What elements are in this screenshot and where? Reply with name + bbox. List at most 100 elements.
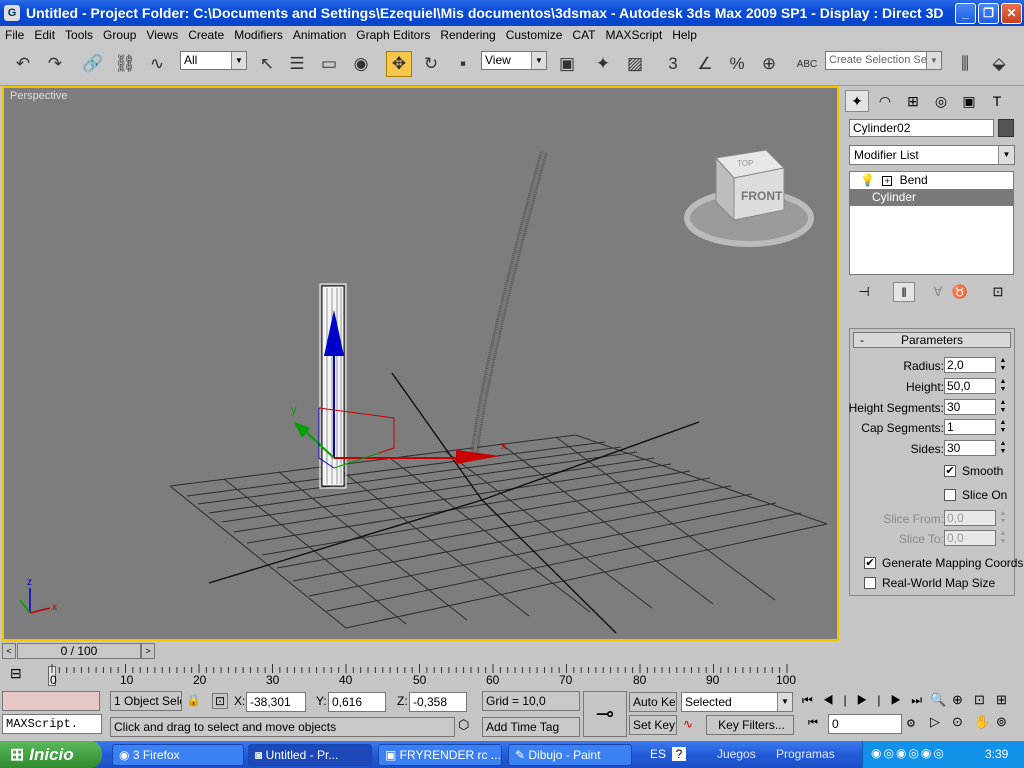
help-icon[interactable]: ? — [672, 747, 686, 761]
key-tangent-icon[interactable]: ∿ — [683, 717, 701, 735]
maximize-viewport-icon[interactable]: ⊚ — [996, 714, 1018, 736]
add-time-tag[interactable]: Add Time Tag — [482, 717, 580, 737]
gizmo-y-arrow[interactable] — [294, 422, 310, 438]
stack-item-cylinder[interactable]: Cylinder — [850, 189, 1013, 206]
taskbar-item-fryrender[interactable]: ▣ FRYRENDER rc ... — [378, 744, 502, 766]
prev-frame-icon[interactable]: ◀| — [823, 693, 857, 707]
sides-input[interactable]: 30 — [944, 440, 996, 456]
object-name-input[interactable]: Cylinder02 — [849, 119, 994, 137]
zoom-icon[interactable]: 🔍 — [930, 692, 952, 714]
orbit-icon[interactable]: ⊙ — [952, 714, 974, 736]
bind-to-space-warp-icon[interactable]: ∿ — [144, 51, 170, 77]
time-next-button[interactable]: > — [141, 643, 155, 659]
bent-cylinder[interactable] — [470, 150, 548, 459]
time-tag-icon[interactable]: ⬡ — [458, 717, 478, 737]
time-config-icon[interactable]: ⚙ — [906, 717, 916, 730]
height-segments-input[interactable]: 30 — [944, 399, 996, 415]
hierarchy-tab-icon[interactable]: ⊞ — [901, 90, 925, 112]
remove-modifier-icon[interactable]: ♉ — [949, 282, 971, 302]
motion-tab-icon[interactable]: ◎ — [929, 90, 953, 112]
minimize-button[interactable]: _ — [955, 2, 976, 24]
y-coordinate-input[interactable]: 0,616 — [328, 692, 386, 712]
key-filters-button[interactable]: Key Filters... — [706, 715, 794, 735]
real-world-map-checkbox[interactable] — [864, 577, 876, 589]
play-icon[interactable]: ▶ — [857, 693, 878, 707]
time-slider[interactable]: 0 / 100 — [17, 643, 141, 659]
current-frame-input[interactable]: 0 — [828, 714, 902, 734]
menu-graph-editors[interactable]: Graph Editors — [351, 28, 435, 42]
goto-end-icon[interactable]: ⏭ — [911, 693, 932, 707]
toolbar-programas[interactable]: Programas — [776, 747, 835, 761]
make-unique-icon[interactable]: ∀ — [927, 282, 949, 302]
lock-selection-icon[interactable]: 🔒 — [186, 693, 201, 707]
display-tab-icon[interactable]: ▣ — [957, 90, 981, 112]
maxscript-input[interactable]: MAXScript. — [2, 714, 102, 734]
next-frame-icon[interactable]: |▶ — [877, 693, 911, 707]
taskbar-item-paint[interactable]: ✎ Dibujo - Paint — [508, 744, 632, 766]
track-bar[interactable]: ⊟ 0 10 20 30 40 50 60 70 80 90 100 — [0, 661, 842, 689]
unlink-selection-icon[interactable]: ⛓ — [112, 51, 138, 77]
zoom-all-icon[interactable]: ⊕ — [952, 692, 974, 714]
language-indicator[interactable]: ES — [650, 747, 666, 761]
menu-rendering[interactable]: Rendering — [435, 28, 500, 42]
menu-customize[interactable]: Customize — [501, 28, 568, 42]
close-button[interactable]: ✕ — [1001, 2, 1022, 24]
key-mode-dropdown[interactable]: Selected ▼ — [681, 692, 793, 712]
clock[interactable]: 3:39 — [985, 747, 1008, 761]
reference-coordinate-dropdown[interactable]: View ▼ — [481, 51, 547, 70]
tray-icons[interactable]: ◉◎◉◎◉◎ — [871, 746, 946, 760]
selection-filter-dropdown[interactable]: All ▼ — [180, 51, 247, 70]
start-button[interactable]: ⊞ Inicio — [0, 741, 102, 768]
taskbar-item-3dsmax[interactable]: ◙ Untitled - Pr... — [248, 744, 372, 766]
modifier-stack[interactable]: 💡 + Bend Cylinder — [849, 171, 1014, 275]
zoom-extents-icon[interactable]: ⊡ — [974, 692, 996, 714]
redo-icon[interactable]: ↷ — [42, 51, 68, 77]
undo-icon[interactable]: ↶ — [10, 51, 36, 77]
z-coordinate-input[interactable]: -0,358 — [409, 692, 467, 712]
menu-file[interactable]: File — [0, 28, 29, 42]
field-of-view-icon[interactable]: ▷ — [930, 714, 952, 736]
select-and-link-icon[interactable]: 🔗 — [80, 51, 106, 77]
set-key-button[interactable]: Set Key — [629, 715, 677, 735]
zoom-extents-all-icon[interactable]: ⊞ — [996, 692, 1018, 714]
smooth-checkbox[interactable]: ✔ — [944, 465, 956, 477]
key-mode-toggle-icon[interactable]: ⏮ — [808, 717, 818, 730]
lightbulb-icon[interactable]: 💡 — [860, 173, 875, 187]
parameters-rollout-header[interactable]: - Parameters — [853, 332, 1011, 348]
spinner-icon[interactable]: ▲ ▼ — [998, 399, 1008, 415]
maximize-button[interactable]: ❐ — [978, 2, 999, 24]
menu-animation[interactable]: Animation — [288, 28, 351, 42]
menu-tools[interactable]: Tools — [60, 28, 98, 42]
perspective-viewport[interactable]: Perspective x y FRONT TOP z x — [2, 86, 839, 641]
generate-mapping-checkbox[interactable]: ✔ — [864, 557, 876, 569]
create-tab-icon[interactable]: ✦ — [845, 90, 869, 112]
spinner-icon[interactable]: ▲ ▼ — [998, 440, 1008, 456]
expand-icon[interactable]: + — [882, 176, 893, 186]
auto-key-button[interactable]: Auto Key — [629, 692, 677, 712]
slice-on-checkbox[interactable] — [944, 489, 956, 501]
stack-item-bend[interactable]: 💡 + Bend — [850, 172, 1013, 189]
menu-create[interactable]: Create — [183, 28, 229, 42]
menu-edit[interactable]: Edit — [29, 28, 60, 42]
utilities-tab-icon[interactable]: T — [985, 90, 1009, 112]
configure-modifier-sets-icon[interactable]: ⊡ — [987, 282, 1009, 302]
modifier-list-dropdown[interactable]: Modifier List ▼ — [849, 145, 1015, 165]
menu-maxscript[interactable]: MAXScript — [601, 28, 668, 42]
viewcube[interactable]: FRONT TOP — [684, 149, 814, 247]
x-coordinate-input[interactable]: -38,301 — [246, 692, 306, 712]
taskbar-item-firefox[interactable]: ◉ 3 Firefox — [112, 744, 244, 766]
maxscript-listener-mini[interactable] — [2, 691, 100, 711]
app-icon[interactable]: G — [4, 5, 20, 21]
menu-views[interactable]: Views — [141, 28, 183, 42]
menu-modifiers[interactable]: Modifiers — [229, 28, 288, 42]
time-prev-button[interactable]: < — [2, 643, 16, 659]
toolbar-juegos[interactable]: Juegos — [717, 747, 756, 761]
pin-stack-icon[interactable]: ⊣ — [853, 282, 875, 302]
cap-segments-input[interactable]: 1 — [944, 419, 996, 435]
show-end-result-icon[interactable]: ‖ — [893, 282, 915, 302]
spinner-icon[interactable]: ▲ ▼ — [998, 357, 1008, 373]
radius-input[interactable]: 2,0 — [944, 357, 996, 373]
spinner-icon[interactable]: ▲ ▼ — [998, 378, 1008, 394]
menu-group[interactable]: Group — [98, 28, 141, 42]
height-input[interactable]: 50,0 — [944, 378, 996, 394]
